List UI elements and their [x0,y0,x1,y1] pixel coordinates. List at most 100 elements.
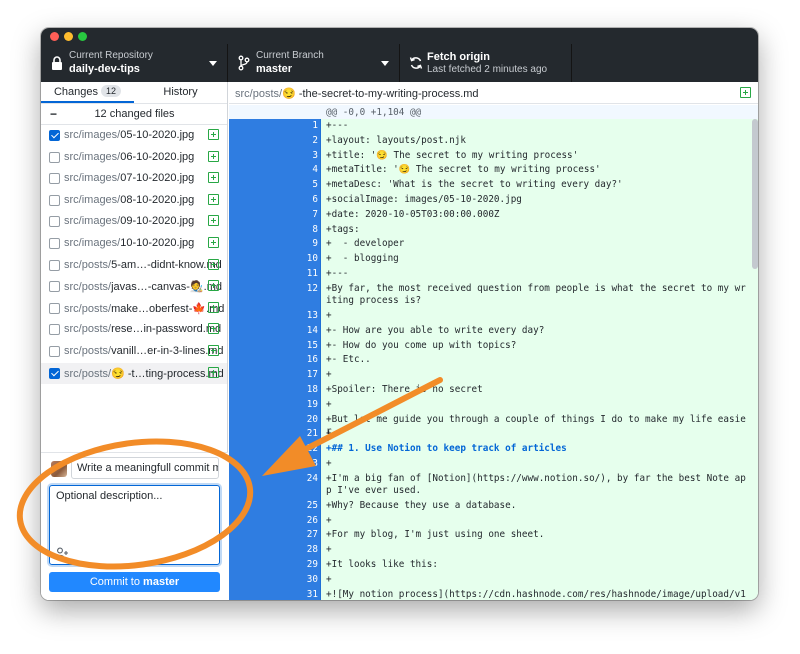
file-row[interactable]: src/posts/5-am…-didnt-know.md [41,255,227,277]
file-path: src/images/10-10-2020.jpg [64,237,194,249]
file-added-icon [740,87,751,98]
file-checkbox[interactable] [49,216,60,228]
file-checkbox[interactable] [49,194,60,206]
commit-description-field[interactable]: Optional description... [49,485,220,565]
line-code: +- How do you come up with topics? [326,339,517,351]
line-number: 31 [306,588,318,600]
file-added-icon [208,129,219,140]
hunk-header-text: @@ -0,0 +1,104 @@ [326,107,422,118]
file-path: src/posts/rese…in-password.md [64,323,221,335]
line-code: +date: 2020-10-05T03:00:00.000Z [326,208,500,220]
file-added-icon [208,150,219,162]
file-added-icon [208,215,219,227]
diff-file-name: 😏 -the-secret-to-my-writing-process.md [282,88,479,100]
zoom-window-button[interactable] [78,32,87,41]
line-number: 24 [306,472,318,484]
line-code: + [326,398,332,410]
file-added-icon [208,236,219,248]
line-number: 4 [312,164,318,176]
line-code: +--- [326,268,349,279]
line-code: +Why? Because they use a database. [326,499,517,511]
line-number: 27 [306,529,318,541]
file-name: javas…-canvas-🧑‍🎨.md [111,281,222,294]
file-checkbox[interactable] [49,324,60,336]
file-path: src/images/06-10-2020.jpg [64,151,194,163]
file-row[interactable]: src/images/10-10-2020.jpg [41,233,227,255]
tab-changes[interactable]: Changes 12 [41,82,134,103]
file-dir: src/posts/ [64,302,112,315]
file-checkbox[interactable] [49,173,60,185]
file-row[interactable]: src/images/06-10-2020.jpg [41,147,227,169]
line-number: 3 [312,149,318,161]
sidebar-tabs: Changes 12 History [41,82,227,104]
commit-button-branch: master [143,576,180,588]
current-branch-button[interactable]: Current Branch master [228,44,400,82]
line-number: 10 [306,253,318,265]
line-code: + [326,544,332,556]
file-path: src/posts/😏 -t…ting-process.md [64,367,224,380]
line-number: 7 [312,208,318,220]
branch-icon [238,55,250,71]
line-code: +--- [326,120,349,131]
line-code: +metaTitle: '😏 The secret to my writing … [326,164,601,176]
file-checkbox[interactable] [49,281,60,293]
file-row[interactable]: src/images/09-10-2020.jpg [41,211,227,233]
file-row[interactable]: src/images/05-10-2020.jpg [41,125,227,147]
file-name: 06-10-2020.jpg [120,150,195,163]
line-code: +Spoiler: There is no secret [326,383,483,395]
line-number: 8 [312,223,318,235]
file-name: 10-10-2020.jpg [120,236,195,249]
file-checkbox[interactable] [49,130,60,141]
commit-button[interactable]: Commit to master [49,572,220,592]
file-row[interactable]: src/posts/😏 -t…ting-process.md [41,362,227,385]
file-name: 😏 -t…ting-process.md [111,367,224,380]
diff-selection-gutter[interactable] [229,105,275,600]
file-row[interactable]: src/posts/make…oberfest-🍁.md [41,298,227,320]
file-row[interactable]: src/posts/vanill…er-in-3-lines.md [41,341,227,363]
file-added-icon [208,280,219,292]
diff-scrollbar[interactable] [752,119,758,269]
line-number: 16 [306,354,318,366]
line-number: 18 [306,383,318,395]
close-window-button[interactable] [50,32,59,41]
file-checkbox[interactable] [49,345,60,357]
commit-summary-input[interactable]: Write a meaningfull commit mess [71,457,219,479]
line-number: 21 [306,428,318,440]
line-number: 12 [306,282,318,294]
avatar [51,461,67,477]
add-coauthor-icon[interactable] [55,547,69,559]
file-checkbox[interactable] [49,367,60,379]
current-repository-button[interactable]: Current Repository daily-dev-tips [41,44,228,82]
fetch-origin-button[interactable]: Fetch origin Last fetched 2 minutes ago [400,44,572,82]
repository-label: Current Repository [69,50,153,61]
file-checkbox[interactable] [49,237,60,249]
file-checkbox[interactable] [49,302,60,314]
file-row[interactable]: src/posts/rese…in-password.md [41,319,227,341]
file-checkbox[interactable] [49,259,60,271]
diff-file-dir: src/posts/ [235,88,283,100]
line-number: 15 [306,339,318,351]
file-checkbox[interactable] [49,151,60,163]
chevron-down-icon [209,61,217,66]
file-row[interactable]: src/images/08-10-2020.jpg [41,190,227,212]
line-code: +- Etc.. [326,354,371,366]
file-added-icon [208,193,219,205]
minimize-window-button[interactable] [64,32,73,41]
lock-icon [52,56,62,70]
line-code: +![My notion process](https://cdn.hashno… [326,588,746,600]
line-code: + - blogging [326,253,399,265]
file-path: src/images/09-10-2020.jpg [64,215,194,227]
file-added-icon [208,301,219,313]
description-placeholder: Optional description... [56,490,163,502]
line-number: 20 [306,413,318,425]
file-name: 05-10-2020.jpg [120,129,195,141]
tab-history[interactable]: History [134,82,227,103]
commit-panel: Write a meaningfull commit mess Optional… [41,452,228,600]
tab-changes-label: Changes [53,86,99,98]
line-number: 23 [306,457,318,469]
file-dir: src/posts/ [64,344,112,357]
file-row[interactable]: src/images/07-10-2020.jpg [41,168,227,190]
file-path: src/posts/5-am…-didnt-know.md [64,259,222,271]
file-row[interactable]: src/posts/javas…-canvas-🧑‍🎨.md [41,276,227,298]
file-name: 5-am…-didnt-know.md [111,258,222,271]
